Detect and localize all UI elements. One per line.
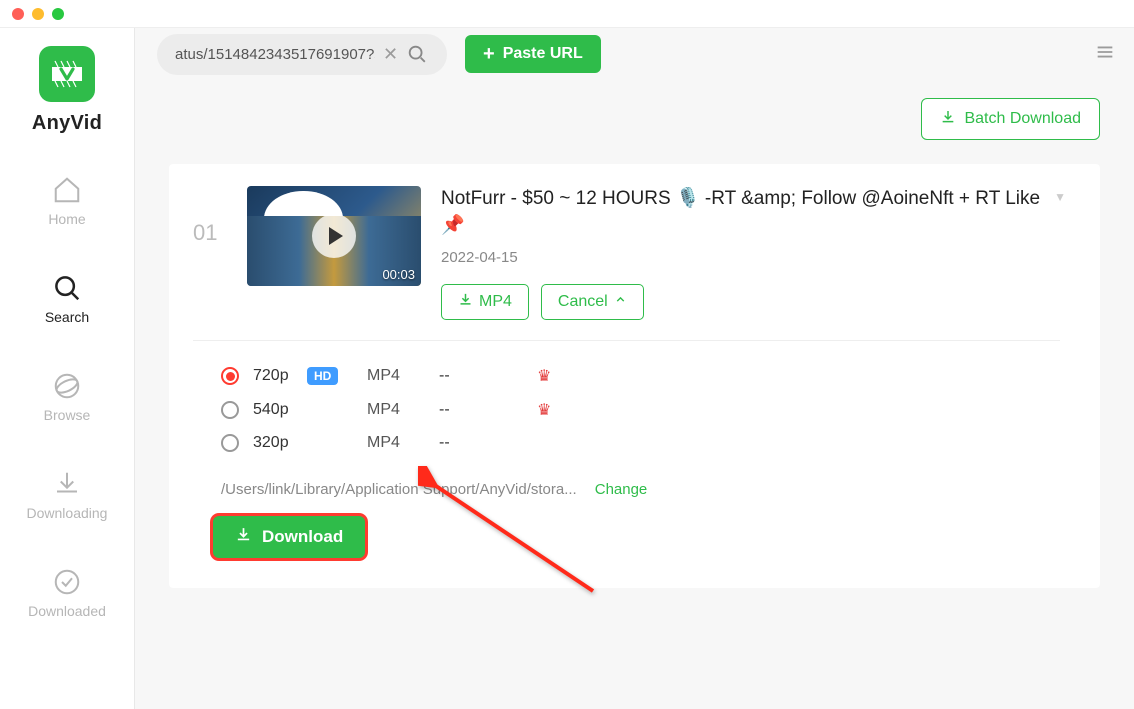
download-icon <box>458 292 473 312</box>
video-date: 2022-04-15 <box>441 249 1060 266</box>
video-thumbnail[interactable]: 00:03 <box>247 186 421 286</box>
search-icon[interactable] <box>406 43 428 65</box>
format-label: MP4 <box>367 367 439 385</box>
nav-label: Downloading <box>27 505 108 521</box>
nav-home[interactable]: Home <box>48 175 85 227</box>
divider <box>193 340 1060 341</box>
quality-label: 540p <box>253 401 307 419</box>
format-label: MP4 <box>367 401 439 419</box>
crown-icon: ♛ <box>537 400 551 420</box>
nav-label: Downloaded <box>28 603 106 619</box>
nav-label: Home <box>48 211 85 227</box>
nav-browse[interactable]: Browse <box>44 371 91 423</box>
hd-badge: HD <box>307 367 338 385</box>
video-title: NotFurr - $50 ~ 12 HOURS 🎙️ -RT &amp; Fo… <box>441 186 1060 239</box>
hamburger-icon[interactable] <box>1094 41 1116 68</box>
download-icon <box>235 526 252 548</box>
save-path-row: /Users/link/Library/Application Support/… <box>193 459 1060 498</box>
nav-downloaded[interactable]: Downloaded <box>28 567 106 619</box>
save-path: /Users/link/Library/Application Support/… <box>221 481 577 498</box>
quality-label: 720p <box>253 367 307 385</box>
plus-icon: + <box>483 43 495 66</box>
quality-row-540p[interactable]: 540p MP4 -- ♛ <box>193 393 1060 427</box>
size-label: -- <box>439 401 537 419</box>
minimize-window-button[interactable] <box>32 8 44 20</box>
format-label: MP4 <box>367 434 439 452</box>
result-card: 01 00:03 NotFurr - $50 ~ 12 HOURS 🎙️ -RT… <box>169 164 1100 588</box>
search-input[interactable] <box>175 46 375 63</box>
maximize-window-button[interactable] <box>52 8 64 20</box>
dropdown-icon[interactable]: ▼ <box>1054 190 1066 204</box>
nav-search[interactable]: Search <box>45 273 89 325</box>
batch-label: Batch Download <box>964 110 1081 128</box>
download-button[interactable]: Download <box>213 516 365 558</box>
radio-unselected[interactable] <box>221 434 239 452</box>
item-number: 01 <box>193 220 227 246</box>
clear-icon[interactable]: ✕ <box>383 44 398 65</box>
batch-download-button[interactable]: Batch Download <box>921 98 1100 140</box>
crown-icon: ♛ <box>537 366 551 386</box>
duration-badge: 00:03 <box>382 267 415 282</box>
titlebar <box>0 0 1134 28</box>
app-name: AnyVid <box>32 112 102 135</box>
nav-label: Browse <box>44 407 91 423</box>
change-path-link[interactable]: Change <box>595 481 648 498</box>
size-label: -- <box>439 434 537 452</box>
app-logo <box>39 46 95 102</box>
chevron-up-icon <box>614 293 627 311</box>
radio-selected[interactable] <box>221 367 239 385</box>
search-field-wrap: ✕ <box>157 34 447 75</box>
radio-unselected[interactable] <box>221 401 239 419</box>
topbar: ✕ + Paste URL <box>135 28 1134 80</box>
size-label: -- <box>439 367 537 385</box>
close-window-button[interactable] <box>12 8 24 20</box>
sidebar: AnyVid Home Search Browse Downloading Do… <box>0 28 135 709</box>
mp4-button[interactable]: MP4 <box>441 284 529 320</box>
quality-row-720p[interactable]: 720p HD MP4 -- ♛ <box>193 359 1060 393</box>
paste-label: Paste URL <box>503 45 583 63</box>
nav-downloading[interactable]: Downloading <box>27 469 108 521</box>
cancel-button[interactable]: Cancel <box>541 284 644 320</box>
nav-label: Search <box>45 309 89 325</box>
play-icon <box>312 214 356 258</box>
paste-url-button[interactable]: + Paste URL <box>465 35 601 73</box>
download-icon <box>940 109 956 130</box>
quality-row-320p[interactable]: 320p MP4 -- <box>193 427 1060 459</box>
quality-label: 320p <box>253 434 307 452</box>
download-label: Download <box>262 527 343 547</box>
